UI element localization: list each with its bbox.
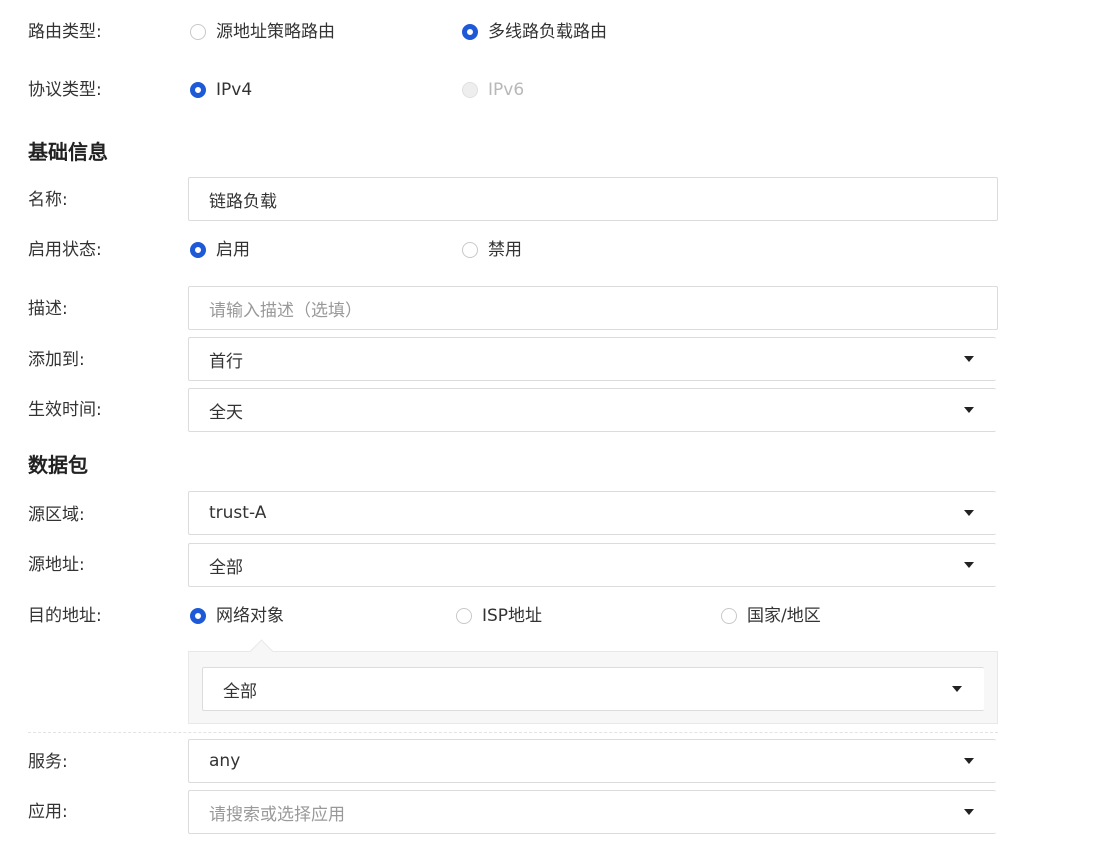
source-address-select[interactable]: 全部 bbox=[188, 543, 996, 587]
destination-country-region-radio[interactable]: 国家/地区 bbox=[721, 605, 821, 627]
destination-label: 目的地址: bbox=[28, 606, 102, 626]
description-placeholder: 请输入描述（选填） bbox=[209, 300, 362, 321]
radio-circle-icon bbox=[462, 82, 478, 98]
caret-down-icon bbox=[964, 407, 974, 413]
effective-time-select[interactable]: 全天 bbox=[188, 388, 996, 432]
radio-label: 网络对象 bbox=[216, 606, 284, 626]
dashed-divider bbox=[28, 732, 998, 733]
caret-down-icon bbox=[964, 758, 974, 764]
route-type-source-policy-radio[interactable]: 源地址策略路由 bbox=[190, 21, 335, 43]
status-label: 启用状态: bbox=[28, 240, 102, 260]
radio-circle-icon bbox=[721, 608, 737, 624]
packet-section-title: 数据包 bbox=[28, 453, 88, 477]
add-to-select[interactable]: 首行 bbox=[188, 337, 996, 381]
radio-label: 禁用 bbox=[488, 240, 522, 260]
name-input[interactable]: 链路负载 bbox=[188, 177, 998, 221]
caret-down-icon bbox=[952, 686, 962, 692]
description-label: 描述: bbox=[28, 299, 68, 319]
route-type-label: 路由类型: bbox=[28, 22, 102, 42]
application-select[interactable]: 请搜索或选择应用 bbox=[188, 790, 996, 834]
radio-circle-icon bbox=[190, 608, 206, 624]
route-type-multiline-load-radio[interactable]: 多线路负载路由 bbox=[462, 21, 607, 43]
radio-circle-icon bbox=[462, 242, 478, 258]
basic-info-section-title: 基础信息 bbox=[28, 140, 108, 164]
radio-circle-icon bbox=[190, 242, 206, 258]
source-address-label: 源地址: bbox=[28, 555, 85, 575]
service-label: 服务: bbox=[28, 752, 68, 772]
caret-down-icon bbox=[964, 356, 974, 362]
destination-network-object-radio[interactable]: 网络对象 bbox=[190, 605, 284, 627]
source-address-value: 全部 bbox=[209, 557, 243, 578]
name-input-value: 链路负载 bbox=[209, 191, 277, 212]
protocol-type-label: 协议类型: bbox=[28, 80, 102, 100]
network-object-value: 全部 bbox=[223, 681, 257, 702]
service-select[interactable]: any bbox=[188, 739, 996, 783]
protocol-ipv4-radio[interactable]: IPv4 bbox=[190, 79, 252, 101]
effective-time-value: 全天 bbox=[209, 402, 243, 423]
application-label: 应用: bbox=[28, 802, 68, 822]
radio-label: ISP地址 bbox=[482, 606, 543, 626]
source-zone-select[interactable]: trust-A bbox=[188, 491, 996, 535]
radio-circle-icon bbox=[190, 82, 206, 98]
source-zone-label: 源区域: bbox=[28, 505, 85, 525]
destination-isp-address-radio[interactable]: ISP地址 bbox=[456, 605, 542, 627]
radio-label: 源地址策略路由 bbox=[216, 22, 335, 42]
network-object-select[interactable]: 全部 bbox=[202, 667, 984, 711]
status-enabled-radio[interactable]: 启用 bbox=[190, 239, 250, 261]
network-object-subpanel: 全部 bbox=[188, 651, 998, 724]
add-to-label: 添加到: bbox=[28, 350, 85, 370]
caret-down-icon bbox=[964, 562, 974, 568]
effective-time-label: 生效时间: bbox=[28, 400, 102, 420]
radio-circle-icon bbox=[456, 608, 472, 624]
name-label: 名称: bbox=[28, 190, 68, 210]
source-zone-value: trust-A bbox=[209, 503, 267, 523]
add-to-value: 首行 bbox=[209, 351, 243, 372]
radio-circle-icon bbox=[462, 24, 478, 40]
description-input[interactable]: 请输入描述（选填） bbox=[188, 286, 998, 330]
application-placeholder: 请搜索或选择应用 bbox=[209, 804, 345, 825]
radio-label: IPv4 bbox=[216, 80, 253, 100]
radio-label: 多线路负载路由 bbox=[488, 22, 607, 42]
radio-label: 启用 bbox=[216, 240, 250, 260]
protocol-ipv6-radio: IPv6 bbox=[462, 79, 524, 101]
radio-label: 国家/地区 bbox=[747, 606, 821, 626]
caret-down-icon bbox=[964, 510, 974, 516]
status-disabled-radio[interactable]: 禁用 bbox=[462, 239, 522, 261]
radio-circle-icon bbox=[190, 24, 206, 40]
radio-label: IPv6 bbox=[488, 80, 525, 100]
caret-down-icon bbox=[964, 809, 974, 815]
service-value: any bbox=[209, 751, 241, 771]
